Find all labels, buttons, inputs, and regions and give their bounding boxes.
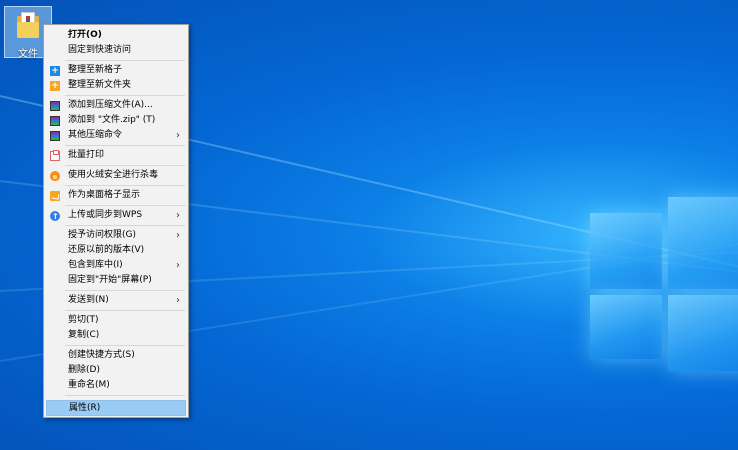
- menu-item-label: 使用火绒安全进行杀毒: [68, 170, 159, 180]
- chevron-right-icon: ›: [176, 295, 180, 306]
- menu-item-label: 固定到快速访问: [68, 45, 132, 55]
- menu-item-label: 打开(O): [68, 30, 102, 40]
- menu-item-label: 添加到 "文件.zip" (T): [68, 115, 156, 125]
- cloud-upload-icon: [50, 209, 60, 224]
- menu-separator: [65, 345, 185, 346]
- menu-item-label: 整理至新格子: [68, 65, 123, 75]
- menu-item-huorong-scan[interactable]: 使用火绒安全进行杀毒: [46, 168, 186, 183]
- logo-pane: [590, 213, 662, 289]
- menu-item-other-compress[interactable]: 其他压缩命令 ›: [46, 128, 186, 143]
- chevron-right-icon: ›: [176, 210, 180, 221]
- logo-pane: [590, 295, 662, 359]
- menu-item-organize-grid[interactable]: + 整理至新格子: [46, 63, 186, 78]
- logo-pane: [668, 295, 738, 371]
- menu-separator: [65, 205, 185, 206]
- chevron-right-icon: ›: [176, 260, 180, 271]
- huorong-fire-icon: [50, 171, 60, 181]
- menu-separator: [65, 290, 185, 291]
- chevron-right-icon: ›: [176, 230, 180, 241]
- menu-item-rename[interactable]: 重命名(M): [46, 378, 186, 393]
- menu-separator: [65, 145, 185, 146]
- logo-pane: [668, 197, 738, 289]
- menu-item-organize-folder[interactable]: + 整理至新文件夹: [46, 78, 186, 93]
- menu-item-label: 创建快捷方式(S): [68, 350, 135, 360]
- menu-separator: [65, 165, 185, 166]
- menu-separator: [65, 310, 185, 311]
- winrar-icon: [50, 131, 60, 141]
- menu-separator: [65, 60, 185, 61]
- menu-item-label: 属性(R): [69, 403, 101, 413]
- menu-item-restore-versions[interactable]: 还原以前的版本(V): [46, 243, 186, 258]
- menu-separator: [65, 395, 185, 396]
- menu-item-copy[interactable]: 复制(C): [46, 328, 186, 343]
- menu-item-label: 包含到库中(I): [68, 260, 123, 270]
- menu-item-open[interactable]: 打开(O): [46, 28, 186, 43]
- menu-item-create-shortcut[interactable]: 创建快捷方式(S): [46, 348, 186, 363]
- context-menu: 打开(O) 固定到快速访问 + 整理至新格子 + 整理至新文件夹 添加到压缩文件…: [43, 24, 189, 418]
- folder-zip-icon: [17, 12, 41, 39]
- menu-item-label: 其他压缩命令: [68, 130, 123, 140]
- menu-separator: [65, 225, 185, 226]
- plus-orange-icon: +: [50, 81, 60, 91]
- menu-item-label: 删除(D): [68, 365, 100, 375]
- menu-item-properties[interactable]: 属性(R): [46, 400, 186, 416]
- menu-item-label: 复制(C): [68, 330, 100, 340]
- windows-logo: [590, 175, 738, 375]
- winrar-icon: [50, 116, 60, 126]
- menu-item-label: 作为桌面格子显示: [68, 190, 141, 200]
- menu-item-label: 授予访问权限(G): [68, 230, 136, 240]
- menu-item-label: 整理至新文件夹: [68, 80, 132, 90]
- menu-item-label: 重命名(M): [68, 380, 110, 390]
- printer-icon: [50, 150, 60, 161]
- menu-item-cut[interactable]: 剪切(T): [46, 313, 186, 328]
- chevron-right-icon: ›: [176, 130, 180, 141]
- menu-item-pin-start[interactable]: 固定到"开始"屏幕(P): [46, 273, 186, 288]
- menu-item-wps-upload[interactable]: 上传或同步到WPS ›: [46, 208, 186, 224]
- menu-item-pin-quick-access[interactable]: 固定到快速访问: [46, 43, 186, 58]
- menu-item-label: 发送到(N): [68, 295, 109, 305]
- menu-separator: [65, 185, 185, 186]
- desktop[interactable]: 文件 打开(O) 固定到快速访问 + 整理至新格子 + 整理至新文件夹 添加到压…: [0, 0, 738, 450]
- menu-item-add-archive[interactable]: 添加到压缩文件(A)...: [46, 98, 186, 113]
- menu-item-label: 添加到压缩文件(A)...: [68, 100, 153, 110]
- menu-item-include-library[interactable]: 包含到库中(I) ›: [46, 258, 186, 273]
- menu-item-label: 固定到"开始"屏幕(P): [68, 275, 152, 285]
- menu-item-label: 上传或同步到WPS: [68, 210, 143, 220]
- desktop-folder-icon: [50, 191, 60, 201]
- menu-item-grant-access[interactable]: 授予访问权限(G) ›: [46, 228, 186, 243]
- menu-item-send-to[interactable]: 发送到(N) ›: [46, 293, 186, 308]
- menu-item-desktop-grid[interactable]: 作为桌面格子显示: [46, 188, 186, 203]
- plus-blue-icon: +: [50, 66, 60, 76]
- winrar-icon: [50, 101, 60, 111]
- menu-item-label: 还原以前的版本(V): [68, 245, 145, 255]
- menu-item-label: 剪切(T): [68, 315, 99, 325]
- menu-item-label: 批量打印: [68, 150, 105, 160]
- menu-item-batch-print[interactable]: 批量打印: [46, 148, 186, 163]
- menu-item-add-zip[interactable]: 添加到 "文件.zip" (T): [46, 113, 186, 128]
- menu-separator: [65, 95, 185, 96]
- menu-item-delete[interactable]: 删除(D): [46, 363, 186, 378]
